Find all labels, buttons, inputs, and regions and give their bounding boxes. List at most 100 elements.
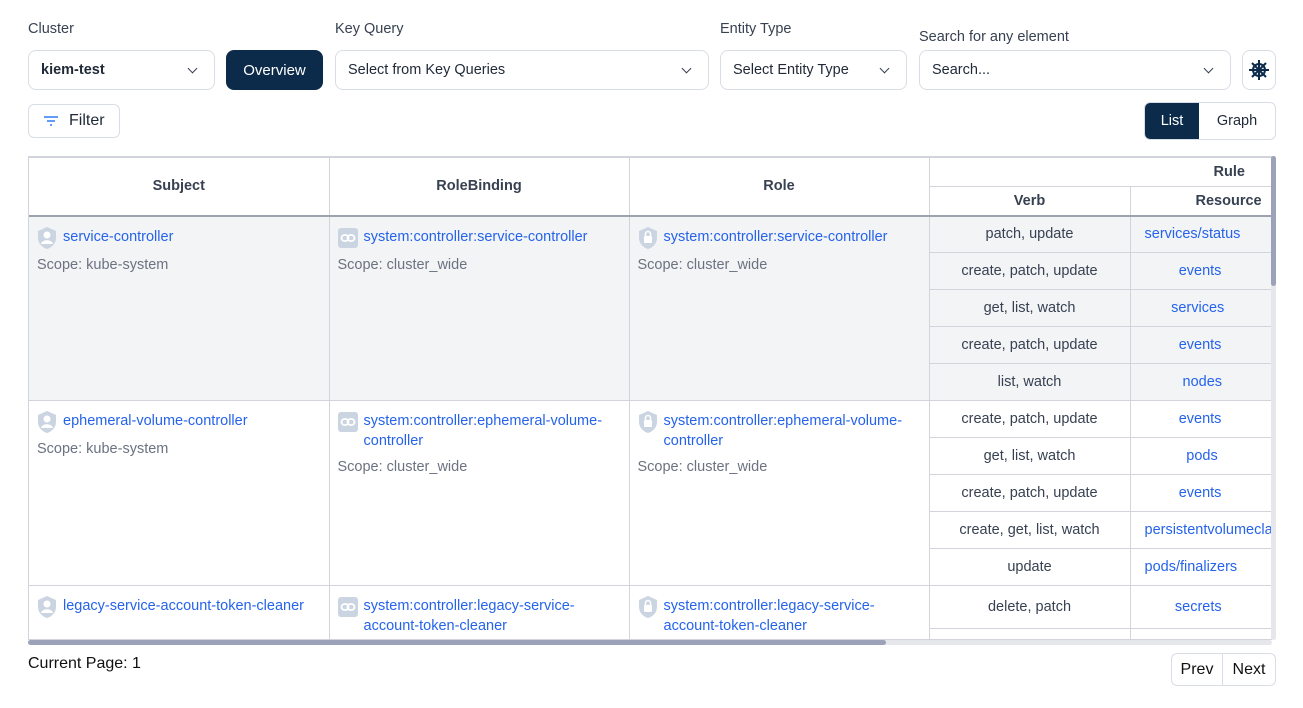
link-icon bbox=[337, 227, 358, 249]
role-shield-icon bbox=[638, 411, 658, 433]
rolebinding-link[interactable]: system:controller:legacy-service-account… bbox=[364, 596, 621, 636]
subject-scope: Scope: kube-system bbox=[37, 256, 169, 273]
role-cell: system:controller:legacy-service-account… bbox=[628, 585, 930, 639]
role-link[interactable]: system:controller:legacy-service-account… bbox=[664, 596, 921, 636]
resource-link[interactable]: events bbox=[1179, 263, 1222, 279]
view-toggle: List Graph bbox=[1144, 102, 1276, 140]
resource-cell: secrets bbox=[1129, 585, 1272, 629]
subject-scope: Scope: kube-system bbox=[37, 441, 169, 457]
verb-cell: create, patch, update bbox=[928, 474, 1131, 512]
resource-cell: persistentvolumeclaims bbox=[1129, 511, 1273, 549]
resource-cell: events bbox=[1129, 252, 1272, 290]
role-scope: Scope: cluster_wide bbox=[637, 459, 768, 475]
search-select[interactable]: Search... bbox=[919, 50, 1231, 90]
verb-cell bbox=[928, 628, 1131, 639]
key-query-select[interactable]: Select from Key Queries bbox=[335, 50, 709, 90]
resource-link[interactable]: nodes bbox=[1183, 374, 1223, 390]
resource-cell: services/status bbox=[1129, 215, 1272, 253]
resource-link[interactable]: services bbox=[1171, 300, 1224, 316]
header-subject: Subject bbox=[29, 157, 330, 217]
link-icon bbox=[337, 596, 358, 618]
role-link[interactable]: system:controller:service-controller bbox=[664, 227, 888, 247]
chevron-down-icon bbox=[1203, 63, 1214, 73]
header-rolebinding: RoleBinding bbox=[328, 157, 630, 217]
verb-cell: create, patch, update bbox=[928, 326, 1131, 364]
verb-cell: create, patch, update bbox=[928, 252, 1131, 290]
entity-type-select[interactable]: Select Entity Type bbox=[720, 50, 907, 90]
role-shield-icon bbox=[638, 226, 658, 249]
resource-link[interactable]: events bbox=[1179, 485, 1222, 501]
overview-button[interactable]: Overview bbox=[226, 50, 323, 90]
cluster-label: Cluster bbox=[28, 21, 74, 37]
chevron-down-icon bbox=[187, 63, 198, 73]
subject-icon bbox=[37, 411, 57, 433]
resource-link[interactable]: events bbox=[1179, 411, 1222, 427]
subject-link[interactable]: ephemeral-volume-controller bbox=[63, 411, 248, 431]
entity-type-label: Entity Type bbox=[720, 21, 792, 37]
vertical-scroll-thumb[interactable] bbox=[1271, 156, 1276, 286]
verb-cell: create, patch, update bbox=[928, 400, 1131, 438]
filter-label: Filter bbox=[69, 112, 105, 129]
role-cell: system:controller:service-controller Scop… bbox=[628, 215, 930, 401]
resource-cell: nodes bbox=[1129, 363, 1272, 401]
key-query-placeholder: Select from Key Queries bbox=[348, 62, 506, 78]
subject-icon bbox=[37, 596, 57, 618]
role-shield-icon bbox=[638, 596, 658, 618]
subject-link[interactable]: service-controller bbox=[63, 227, 173, 247]
verb-cell: patch, update bbox=[928, 215, 1131, 253]
rolebinding-link[interactable]: system:controller:ephemeral-volume-contr… bbox=[364, 411, 621, 451]
cluster-value: kiem-test bbox=[41, 62, 105, 78]
filter-button[interactable]: Filter bbox=[28, 104, 120, 138]
rule-row: legacy-service-account-token-cleaner syst… bbox=[29, 585, 1272, 639]
verb-cell: create, get, list, watch bbox=[928, 511, 1131, 549]
subject-cell: ephemeral-volume-controller Scope: kube-s… bbox=[29, 400, 330, 586]
verb-cell: get, list, watch bbox=[928, 289, 1131, 327]
next-button[interactable]: Next bbox=[1223, 653, 1276, 686]
resource-link[interactable]: persistentvolumeclaims bbox=[1145, 522, 1273, 538]
current-page: Current Page: 1 bbox=[28, 655, 141, 672]
rolebinding-cell: system:controller:service-controller Scop… bbox=[328, 215, 630, 401]
chevron-down-icon bbox=[681, 63, 692, 73]
kubernetes-helm-icon bbox=[1249, 60, 1269, 80]
search-placeholder: Search... bbox=[932, 62, 991, 78]
view-graph-button[interactable]: Graph bbox=[1199, 103, 1275, 139]
subject-link[interactable]: legacy-service-account-token-cleaner bbox=[63, 596, 304, 616]
resource-cell: pods/finalizers bbox=[1129, 548, 1272, 586]
rolebinding-scope: Scope: cluster_wide bbox=[337, 256, 468, 273]
rule-row: ephemeral-volume-controller Scope: kube-s… bbox=[29, 400, 1272, 586]
horizontal-scroll-thumb[interactable] bbox=[28, 640, 886, 645]
rolebinding-scope: Scope: cluster_wide bbox=[337, 459, 468, 475]
header-rule: Rule bbox=[928, 157, 1272, 187]
chevron-down-icon bbox=[879, 63, 890, 73]
resource-link[interactable]: pods/finalizers bbox=[1145, 559, 1238, 575]
role-link[interactable]: system:controller:ephemeral-volume-contr… bbox=[664, 411, 921, 451]
link-icon bbox=[337, 411, 358, 433]
resource-cell: services bbox=[1129, 289, 1272, 327]
resource-cell: events bbox=[1129, 326, 1272, 364]
rolebinding-link[interactable]: system:controller:service-controller bbox=[364, 227, 588, 247]
resource-link[interactable]: pods bbox=[1186, 448, 1217, 464]
verb-cell: list, watch bbox=[928, 363, 1131, 401]
view-list-button[interactable]: List bbox=[1145, 103, 1199, 139]
entity-type-placeholder: Select Entity Type bbox=[733, 62, 849, 78]
resource-link[interactable]: events bbox=[1179, 337, 1222, 353]
cluster-select[interactable]: kiem-test bbox=[28, 50, 215, 90]
rolebinding-cell: system:controller:ephemeral-volume-contr… bbox=[328, 400, 630, 586]
resource-cell: pods bbox=[1129, 437, 1272, 475]
key-query-label: Key Query bbox=[335, 21, 404, 37]
verb-cell: get, list, watch bbox=[928, 437, 1131, 475]
role-cell: system:controller:ephemeral-volume-contr… bbox=[628, 400, 930, 586]
header-resource: Resource bbox=[1129, 186, 1272, 217]
subject-icon bbox=[37, 226, 57, 249]
rule-row: service-controller Scope: kube-system syst… bbox=[29, 215, 1272, 401]
vertical-scrollbar[interactable] bbox=[1271, 156, 1276, 640]
rbac-table: Subject RoleBinding Role Rule Verb Resou… bbox=[28, 156, 1272, 640]
resource-link[interactable]: secrets bbox=[1175, 599, 1222, 615]
horizontal-scrollbar[interactable] bbox=[28, 640, 1272, 645]
prev-button[interactable]: Prev bbox=[1171, 653, 1223, 686]
role-scope: Scope: cluster_wide bbox=[637, 256, 768, 273]
filter-icon bbox=[44, 116, 58, 126]
resource-link[interactable]: services/status bbox=[1145, 226, 1241, 242]
helm-button[interactable] bbox=[1242, 50, 1276, 90]
rolebinding-cell: system:controller:legacy-service-account… bbox=[328, 585, 630, 639]
